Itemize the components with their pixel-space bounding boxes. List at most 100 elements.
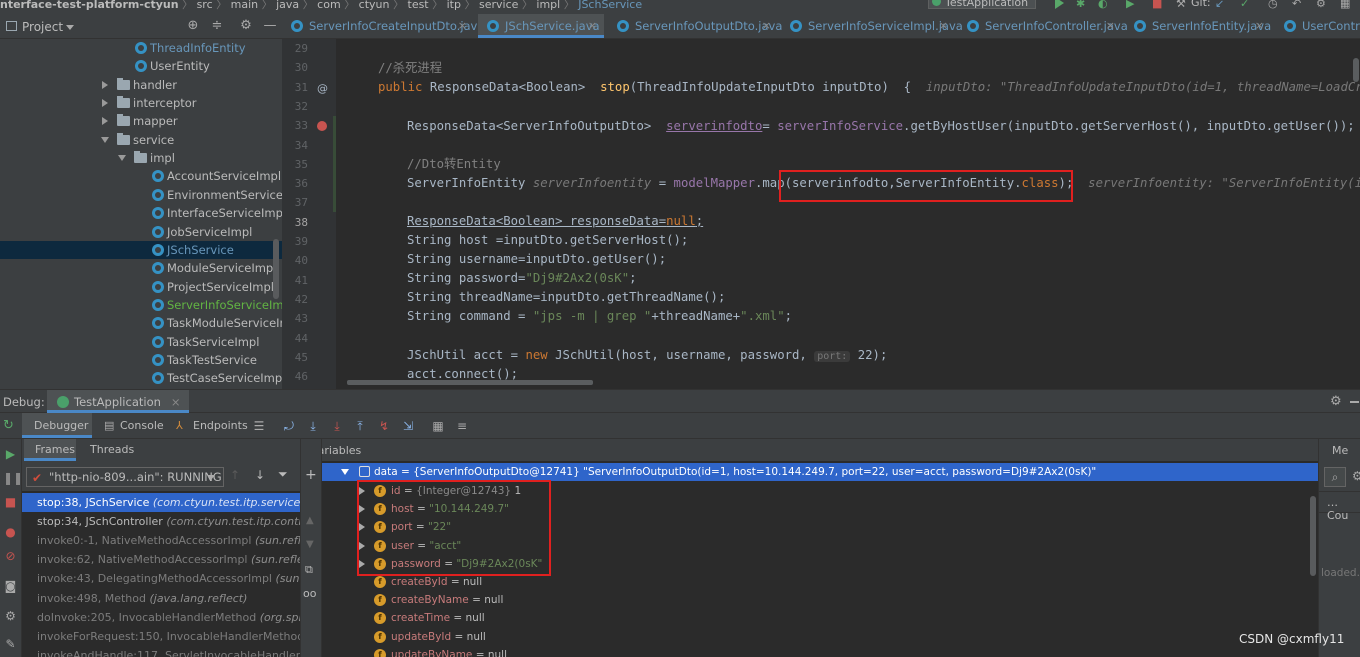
filter-icon[interactable]: ⏷ [278, 467, 288, 482]
arrow-up-icon[interactable]: ↑ [230, 468, 240, 482]
code-editor[interactable]: //杀死进程 public ResponseData<Boolean> stop… [336, 39, 1360, 389]
tree-item-impl[interactable]: impl [0, 149, 282, 167]
frame-row[interactable]: invoke:498, Method (java.lang.reflect) [22, 589, 300, 608]
breadcrumb-item[interactable]: nterface-test-platform-ctyun [0, 0, 179, 11]
close-icon[interactable]: × [762, 14, 771, 38]
editor-tab[interactable]: JSchService.java × [478, 14, 604, 38]
revert-icon[interactable]: ↶ [1292, 0, 1303, 10]
tree-item-accountserviceimpl[interactable]: AccountServiceImpl [0, 167, 282, 185]
chevron-up-icon[interactable]: ▲ [306, 515, 314, 526]
structure-icon[interactable]: ▦ [1340, 0, 1351, 10]
tree-item-mapper[interactable]: mapper [0, 112, 282, 130]
camera-icon[interactable]: ◙ [3, 579, 18, 594]
thread-dropdown[interactable]: ✔ "http-nio-809...ain": RUNNING [26, 467, 224, 487]
stop-icon[interactable]: ■ [1152, 0, 1163, 10]
tab-debugger[interactable]: Debugger [22, 413, 92, 438]
tree-item-taskmoduleserviceimpl[interactable]: TaskModuleServiceImpl [0, 314, 282, 332]
step-out-icon[interactable]: ⤒ [352, 418, 368, 434]
run-to-cursor-icon[interactable]: ⇲ [400, 418, 416, 434]
arrow-down-icon[interactable]: ↓ [255, 468, 265, 482]
tab-threads[interactable]: Threads [82, 439, 136, 461]
editor-tab[interactable]: ServerInfoServiceImpl.java × [781, 14, 963, 38]
override-marker-icon[interactable]: @ [317, 82, 328, 95]
tab-console[interactable]: ▤ Console [98, 413, 164, 438]
tree-item-jschservice[interactable]: JSchService [0, 240, 282, 259]
frame-row[interactable]: invoke0:-1, NativeMethodAccessorImpl (su… [22, 531, 300, 550]
close-icon[interactable]: × [1255, 14, 1264, 38]
breadcrumb-item[interactable]: src [197, 0, 213, 11]
resume-icon[interactable]: ▶ [3, 447, 18, 462]
variable-row[interactable]: f createByName = null [322, 591, 1318, 609]
tree-item-interceptor[interactable]: interceptor [0, 94, 282, 112]
editor-vertical-scrollbar[interactable] [1353, 58, 1359, 82]
chevron-down-icon[interactable] [66, 25, 74, 30]
tree-item-taskserviceimpl[interactable]: TaskServiceImpl [0, 333, 282, 351]
pin-icon[interactable]: ✎ [3, 637, 18, 652]
rerun-icon[interactable]: ↻ [3, 418, 14, 433]
tree-item-environmentserviceimpl[interactable]: EnvironmentServiceImpl [0, 186, 282, 204]
frame-row[interactable]: invokeForRequest:150, InvocableHandlerMe… [22, 627, 300, 646]
hide-icon[interactable] [1350, 401, 1359, 403]
breadcrumb-item[interactable]: test [408, 0, 429, 11]
build-icon[interactable]: ⚒ [1176, 0, 1187, 10]
tree-item-userentity[interactable]: UserEntity [0, 57, 282, 75]
glasses-icon[interactable]: oo [303, 587, 316, 600]
history-icon[interactable]: ◷ [1268, 0, 1279, 10]
gear-icon[interactable]: ⚙ [239, 19, 253, 33]
force-step-icon[interactable]: ↯ [376, 418, 392, 434]
editor-tab[interactable]: ServerInfoCreateInputDto.java × [282, 14, 484, 38]
gear-icon[interactable]: ⚙ [1352, 469, 1360, 483]
close-icon[interactable]: × [458, 14, 467, 38]
chevron-down-icon[interactable]: ▼ [306, 539, 314, 550]
debug-session-tab[interactable]: TestApplication × [47, 390, 189, 413]
view-breakpoints-icon[interactable]: ● [3, 525, 18, 540]
search-icon[interactable]: ⌕ [1324, 467, 1346, 487]
chevron-right-icon[interactable] [102, 117, 108, 126]
variables-scrollbar[interactable] [1310, 496, 1316, 576]
step-into-icon[interactable]: ⤓ [329, 418, 345, 434]
frame-row[interactable]: invoke:43, DelegatingMethodAccessorImpl … [22, 569, 300, 588]
breadcrumb-item[interactable]: main [231, 0, 258, 11]
chevron-down-icon[interactable] [101, 136, 109, 143]
chevron-down-icon[interactable] [118, 155, 126, 162]
tree-item-service[interactable]: service [0, 131, 282, 149]
variable-row[interactable]: f updateByName = null [322, 646, 1318, 657]
collapse-all-icon[interactable]: ≑ [210, 19, 224, 33]
stop-icon[interactable]: ■ [3, 495, 18, 510]
chevron-down-icon[interactable] [341, 469, 349, 475]
tree-item-tasktestservice[interactable]: TaskTestService [0, 351, 282, 369]
breadcrumb-item[interactable]: com [317, 0, 341, 11]
step-over-icon[interactable]: ⤓ [305, 418, 321, 434]
editor-tab[interactable]: ServerInfoController.java × [958, 14, 1128, 38]
close-icon[interactable]: × [1106, 14, 1115, 38]
variable-row[interactable]: f updateById = null [322, 628, 1318, 646]
tree-item-interfaceserviceimpl[interactable]: InterfaceServiceImpl [0, 204, 282, 222]
breadcrumb-item[interactable]: impl [536, 0, 560, 11]
breakpoint-icon[interactable] [317, 121, 327, 131]
tree-item-jobserviceimpl[interactable]: JobServiceImpl [0, 223, 282, 241]
frame-row[interactable]: stop:34, JSchController (com.ctyun.test.… [22, 512, 300, 531]
vcs-commit-icon[interactable]: ✓ [1240, 0, 1251, 10]
breadcrumb-item[interactable]: JSchService [578, 0, 642, 11]
breadcrumb-item[interactable]: java [276, 0, 299, 11]
project-scrollbar[interactable] [273, 239, 279, 299]
close-icon[interactable]: × [939, 14, 948, 38]
tree-item-handler[interactable]: handler [0, 76, 282, 94]
editor-tab[interactable]: UserContro [1275, 14, 1360, 38]
profile-icon[interactable]: ▶ [1126, 0, 1137, 10]
gear-icon[interactable]: ⚙ [1330, 394, 1342, 409]
trace-icon[interactable]: ≡ [454, 418, 470, 434]
tree-item-testcaseserviceimpl[interactable]: TestCaseServiceImpl [0, 369, 282, 387]
copy-icon[interactable]: ⧉ [305, 563, 313, 577]
editor-horizontal-scrollbar[interactable] [347, 380, 593, 385]
chevron-right-icon[interactable] [102, 80, 108, 89]
run-configuration-selector[interactable]: TestApplication [928, 0, 1036, 9]
mute-breakpoints-icon[interactable]: ⊘ [3, 549, 18, 564]
evaluate-expression-icon[interactable]: ▦ [430, 418, 446, 434]
tab-endpoints[interactable]: ⅄ Endpoints [172, 413, 248, 438]
coverage-icon[interactable]: ◐ [1098, 0, 1109, 10]
add-icon[interactable]: + [305, 467, 317, 483]
breadcrumb-item[interactable]: itp [447, 0, 461, 11]
vcs-update-icon[interactable]: ↙ [1215, 0, 1226, 10]
close-icon[interactable]: × [171, 395, 181, 409]
